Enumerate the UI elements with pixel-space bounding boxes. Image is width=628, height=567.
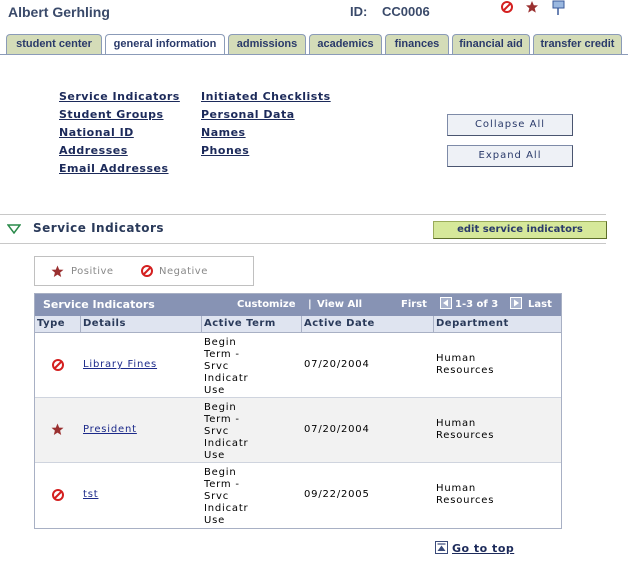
prev-page-icon[interactable] bbox=[440, 297, 452, 309]
negative-indicator-icon[interactable] bbox=[500, 0, 514, 14]
grid-title: Service Indicators bbox=[43, 298, 155, 311]
active-term-cell: Begin Term - Srvc Indicatr Use bbox=[204, 337, 249, 396]
tab-student-center[interactable]: student center bbox=[6, 34, 102, 54]
student-name: Albert Gerhling bbox=[8, 4, 110, 20]
active-date-cell: 07/20/2004 bbox=[304, 424, 370, 435]
first-link[interactable]: First bbox=[401, 299, 427, 310]
table-row: Library Fines Begin Term - Srvc Indicatr… bbox=[35, 333, 561, 398]
customize-link[interactable]: Customize bbox=[237, 299, 296, 310]
department-cell: Human Resources bbox=[436, 483, 495, 506]
grid-header-bar: Service Indicators Customize | View All … bbox=[35, 294, 561, 316]
table-row: tst Begin Term - Srvc Indicatr Use 09/22… bbox=[35, 463, 561, 528]
link-service-indicators[interactable]: Service Indicators bbox=[59, 90, 180, 103]
link-personal-data[interactable]: Personal Data bbox=[201, 108, 295, 121]
col-department[interactable]: Department bbox=[436, 318, 509, 329]
col-details[interactable]: Details bbox=[83, 318, 126, 329]
edit-service-indicators-button[interactable]: edit service indicators bbox=[433, 221, 607, 239]
section-divider-bottom bbox=[0, 243, 606, 244]
go-to-top-link[interactable]: Go to top bbox=[452, 542, 514, 555]
column-headers: Type Details Active Term Active Date Dep… bbox=[35, 316, 561, 333]
collapse-triangle-icon[interactable] bbox=[7, 224, 21, 234]
col-active-date[interactable]: Active Date bbox=[304, 318, 375, 329]
table-row: President Begin Term - Srvc Indicatr Use… bbox=[35, 398, 561, 463]
link-phones[interactable]: Phones bbox=[201, 144, 249, 157]
link-names[interactable]: Names bbox=[201, 126, 246, 139]
negative-indicator-icon bbox=[52, 489, 64, 501]
negative-indicator-icon bbox=[52, 359, 64, 371]
department-cell: Human Resources bbox=[436, 418, 495, 441]
col-divider bbox=[433, 316, 434, 333]
active-date-cell: 09/22/2005 bbox=[304, 489, 370, 500]
details-link[interactable]: President bbox=[83, 424, 137, 435]
tab-transfer-credit[interactable]: transfer credit bbox=[533, 34, 622, 54]
link-student-groups[interactable]: Student Groups bbox=[59, 108, 164, 121]
section-divider-top bbox=[0, 214, 606, 215]
section-title[interactable]: Service Indicators bbox=[33, 221, 164, 235]
service-indicators-grid: Service Indicators Customize | View All … bbox=[34, 293, 562, 529]
department-cell: Human Resources bbox=[436, 353, 495, 376]
flag-icon[interactable] bbox=[551, 0, 567, 16]
link-addresses[interactable]: Addresses bbox=[59, 144, 128, 157]
tab-bar: student center general information admis… bbox=[6, 34, 628, 55]
col-divider bbox=[80, 316, 81, 333]
tab-academics[interactable]: academics bbox=[309, 34, 382, 54]
active-term-cell: Begin Term - Srvc Indicatr Use bbox=[204, 467, 249, 526]
tab-financial-aid[interactable]: financial aid bbox=[452, 34, 530, 54]
page-range: 1-3 of 3 bbox=[455, 299, 499, 310]
link-initiated-checklists[interactable]: Initiated Checklists bbox=[201, 90, 331, 103]
positive-indicator-icon bbox=[51, 423, 64, 435]
expand-all-button[interactable]: Expand All bbox=[447, 145, 573, 167]
go-to-top-icon[interactable] bbox=[435, 541, 448, 554]
tab-general-information[interactable]: general information bbox=[105, 34, 225, 55]
id-label: ID: bbox=[350, 4, 368, 19]
tab-admissions[interactable]: admissions bbox=[228, 34, 306, 54]
view-all-link[interactable]: View All bbox=[317, 299, 362, 310]
tab-finances[interactable]: finances bbox=[385, 34, 449, 54]
col-divider bbox=[201, 316, 202, 333]
tab-divider bbox=[0, 54, 628, 55]
link-national-id[interactable]: National ID bbox=[59, 126, 134, 139]
positive-indicator-icon[interactable] bbox=[525, 0, 539, 14]
active-date-cell: 07/20/2004 bbox=[304, 359, 370, 370]
last-link[interactable]: Last bbox=[528, 299, 552, 310]
legend-negative-label: Negative bbox=[159, 266, 208, 277]
negative-legend-icon bbox=[141, 265, 153, 277]
next-page-icon[interactable] bbox=[510, 297, 522, 309]
details-link[interactable]: Library Fines bbox=[83, 359, 157, 370]
col-type[interactable]: Type bbox=[37, 318, 65, 329]
grid-separator: | bbox=[308, 299, 312, 310]
legend-positive-label: Positive bbox=[71, 266, 114, 277]
collapse-all-button[interactable]: Collapse All bbox=[447, 114, 573, 136]
col-active-term[interactable]: Active Term bbox=[204, 318, 276, 329]
link-email-addresses[interactable]: Email Addresses bbox=[59, 162, 169, 175]
id-value: CC0006 bbox=[382, 4, 430, 19]
col-divider bbox=[301, 316, 302, 333]
positive-legend-icon bbox=[51, 265, 64, 277]
indicator-legend: Positive Negative bbox=[34, 256, 254, 286]
details-link[interactable]: tst bbox=[83, 489, 98, 500]
active-term-cell: Begin Term - Srvc Indicatr Use bbox=[204, 402, 249, 461]
